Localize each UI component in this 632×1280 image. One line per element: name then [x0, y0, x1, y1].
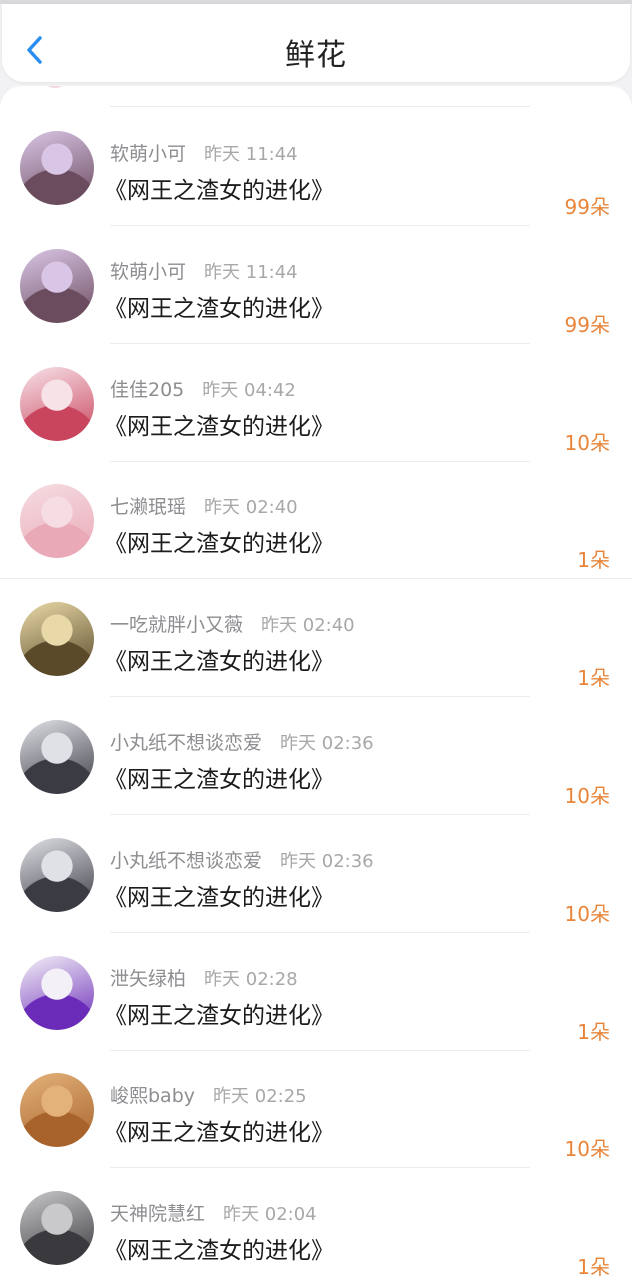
book-title[interactable]: 《网王之渣女的进化》 — [104, 1231, 334, 1265]
list-item[interactable]: 软萌小可 昨天 11:44 《网王之渣女的进化》 99朵 — [0, 108, 632, 226]
anime-girl-avatar[interactable] — [20, 131, 94, 205]
user-name[interactable]: 天神院慧红 — [110, 1203, 205, 1225]
flower-count: 99朵 — [564, 312, 610, 337]
list-item[interactable]: 七濑珉瑶 昨天 02:40 《网王之渣女的进化》 1朵 — [0, 461, 632, 580]
page-title: 鲜花 — [285, 38, 347, 73]
dark-hair-girl-avatar[interactable] — [20, 720, 94, 794]
user-meta: 软萌小可 昨天 11:44 — [110, 139, 298, 166]
user-name[interactable]: 泄矢绿柏 — [110, 968, 186, 990]
flower-count: 1朵 — [577, 1255, 610, 1280]
book-title[interactable]: 《网王之渣女的进化》 — [104, 878, 334, 912]
timestamp: 昨天 02:25 — [213, 1086, 307, 1108]
book-title[interactable]: 《网王之渣女的进化》 — [104, 642, 334, 676]
timestamp: 昨天 11:44 — [204, 261, 298, 283]
book-title[interactable]: 《网王之渣女的进化》 — [104, 1113, 334, 1147]
timestamp: 昨天 02:40 — [204, 497, 298, 519]
anime-girl-avatar[interactable] — [20, 248, 94, 323]
nav-header: 鲜花 — [2, 4, 630, 82]
list-item[interactable]: 一吃就胖小又薇 昨天 02:40 《网王之渣女的进化》 1朵 — [0, 579, 632, 698]
book-title[interactable]: 《网王之渣女的进化》 — [104, 524, 334, 558]
user-name[interactable]: 峻熙baby — [110, 1085, 195, 1107]
timestamp: 昨天 04:42 — [202, 379, 296, 401]
user-meta: 软萌小可 昨天 11:44 — [110, 257, 298, 284]
timestamp: 昨天 02:04 — [223, 1204, 317, 1226]
flower-count: 10朵 — [564, 784, 610, 808]
user-meta: 佳佳205 昨天 04:42 — [110, 375, 296, 402]
list-item[interactable]: 小丸纸不想谈恋爱 昨天 02:36 《网王之渣女的进化》 10朵 — [0, 815, 632, 933]
timestamp: 昨天 11:44 — [204, 144, 298, 165]
user-name[interactable]: 七濑珉瑶 — [110, 496, 186, 518]
book-title[interactable]: 《网王之渣女的进化》 — [104, 996, 334, 1030]
flower-girl-avatar[interactable] — [20, 366, 94, 441]
divider — [110, 106, 530, 107]
user-meta: 小丸纸不想谈恋爱 昨天 02:36 — [110, 846, 374, 873]
flower-count: 10朵 — [564, 901, 610, 926]
list-item[interactable]: 佳佳205 昨天 04:42 《网王之渣女的进化》 10朵 — [0, 344, 632, 462]
flower-count: 10朵 — [564, 1137, 610, 1162]
user-name[interactable]: 小丸纸不想谈恋爱 — [110, 732, 262, 754]
user-name[interactable]: 小丸纸不想谈恋爱 — [110, 850, 262, 872]
flower-count: 1朵 — [577, 548, 610, 573]
purple-chibi-avatar[interactable] — [20, 955, 94, 1030]
timestamp: 昨天 02:40 — [261, 615, 355, 637]
list-item[interactable]: 峻熙baby 昨天 02:25 《网王之渣女的进化》 10朵 — [0, 1050, 632, 1169]
timestamp: 昨天 02:36 — [280, 733, 374, 754]
list-item[interactable]: 软萌小可 昨天 11:44 《网王之渣女的进化》 99朵 — [0, 226, 632, 344]
dog-avatar[interactable] — [20, 1073, 94, 1148]
list-item[interactable]: 泄矢绿柏 昨天 02:28 《网王之渣女的进化》 1朵 — [0, 933, 632, 1051]
timestamp: 昨天 02:28 — [204, 968, 298, 990]
flower-gift-list[interactable]: 软萌小可 昨天 11:44 《网王之渣女的进化》 99朵 软萌小可 昨天 11:44 《网王… — [0, 86, 632, 1280]
pink-hair-avatar[interactable] — [20, 484, 94, 559]
user-meta: 峻熙baby 昨天 02:25 — [110, 1081, 307, 1108]
cookie-avatar[interactable] — [20, 602, 94, 677]
list-item[interactable]: 小丸纸不想谈恋爱 昨天 02:36 《网王之渣女的进化》 10朵 — [0, 697, 632, 815]
avatar — [40, 86, 70, 88]
flower-count: 1朵 — [577, 666, 610, 691]
dark-hair-girl-avatar[interactable] — [20, 837, 94, 912]
list-item[interactable]: 天神院慧红 昨天 02:04 《网王之渣女的进化》 1朵 — [0, 1168, 632, 1280]
user-meta: 小丸纸不想谈恋爱 昨天 02:36 — [110, 728, 374, 755]
book-title[interactable]: 《网王之渣女的进化》 — [104, 407, 334, 441]
user-name[interactable]: 一吃就胖小又薇 — [110, 614, 243, 636]
flower-count: 99朵 — [564, 195, 610, 219]
book-title[interactable]: 《网王之渣女的进化》 — [104, 289, 334, 323]
book-title[interactable]: 《网王之渣女的进化》 — [104, 760, 334, 794]
user-meta: 天神院慧红 昨天 02:04 — [110, 1199, 317, 1226]
timestamp: 昨天 02:36 — [280, 850, 374, 872]
flower-count: 1朵 — [577, 1019, 610, 1044]
user-meta: 泄矢绿柏 昨天 02:28 — [110, 964, 298, 991]
user-meta: 七濑珉瑶 昨天 02:40 — [110, 492, 298, 519]
user-meta: 一吃就胖小又薇 昨天 02:40 — [110, 610, 355, 637]
user-name[interactable]: 佳佳205 — [110, 379, 184, 401]
user-name[interactable]: 软萌小可 — [110, 143, 186, 165]
book-title[interactable]: 《网王之渣女的进化》 — [104, 171, 334, 205]
user-name[interactable]: 软萌小可 — [110, 261, 186, 283]
couple-photo-avatar[interactable] — [20, 1191, 94, 1266]
flower-count: 10朵 — [564, 430, 610, 455]
